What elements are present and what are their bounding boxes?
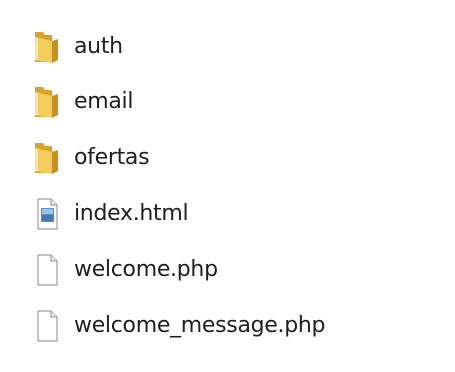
file-name: index.html [74,201,189,226]
html-document-icon [32,196,62,232]
file-list: auth email ofertas index.html welcome.ph… [0,0,455,372]
document-icon [32,308,62,344]
folder-icon [32,29,62,65]
file-name: auth [74,34,123,59]
file-name: welcome_message.php [74,313,326,338]
document-icon [32,252,62,288]
file-name: email [74,89,134,114]
file-item-email[interactable]: email [20,80,440,124]
file-name: welcome.php [74,257,218,282]
file-item-welcome-message-php[interactable]: welcome_message.php [20,304,440,348]
folder-icon [32,84,62,120]
file-item-index-html[interactable]: index.html [20,192,440,236]
file-name: ofertas [74,145,150,170]
file-item-welcome-php[interactable]: welcome.php [20,248,440,292]
file-item-auth[interactable]: auth [20,25,440,69]
file-item-ofertas[interactable]: ofertas [20,136,440,180]
folder-icon [32,140,62,176]
